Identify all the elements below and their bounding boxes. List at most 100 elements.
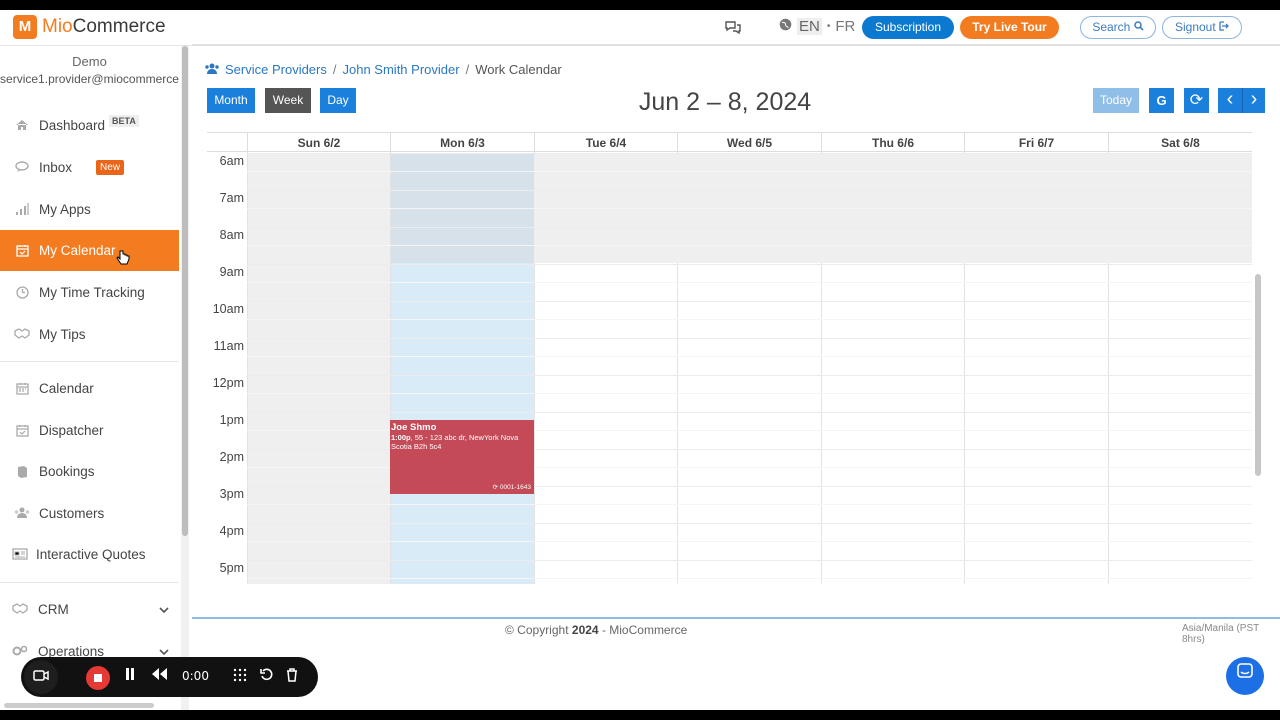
prev-week-button[interactable]: ‹ [1218, 88, 1242, 113]
day-header: Thu 6/6 [821, 133, 964, 153]
day-header-row: Sun 6/2 Mon 6/3 Tue 6/4 Wed 6/5 Thu 6/6 … [207, 132, 1252, 153]
time-label: 2pm [219, 450, 244, 464]
event-details: 1:00p, 55 - 123 abc dr, NewYork Nova Sco… [391, 433, 519, 451]
sidebar-item-dispatcher[interactable]: Dispatcher [0, 410, 179, 451]
sidebar-item-dashboard[interactable]: Dashboard BETA [0, 105, 179, 146]
half-hour-line [247, 245, 1252, 246]
stop-record-button[interactable] [86, 666, 110, 690]
hour-line [247, 227, 1252, 228]
day-header: Sat 6/8 [1108, 133, 1252, 153]
day-view-button[interactable]: Day [320, 88, 356, 113]
week-view-button[interactable]: Week [265, 88, 311, 113]
search-icon [1133, 20, 1144, 34]
pause-icon[interactable] [125, 668, 135, 683]
time-label: 9am [219, 265, 244, 279]
handshake-icon [14, 327, 30, 342]
clock-icon [14, 285, 30, 300]
lang-fr[interactable]: FR [835, 18, 855, 35]
calendar-check-icon [14, 424, 30, 438]
today-button[interactable]: Today [1093, 88, 1139, 113]
logo[interactable]: M MioCommerce [13, 15, 166, 39]
sidebar-scrollbar-thumb[interactable] [182, 46, 188, 536]
sidebar-item-inbox[interactable]: Inbox New [0, 147, 179, 188]
grid-icon[interactable] [233, 668, 247, 685]
signout-label: Signout [1174, 20, 1216, 34]
next-week-button[interactable]: › [1242, 88, 1265, 113]
sidebar-item-interactive-quotes[interactable]: Interactive Quotes [0, 534, 179, 575]
rewind-icon[interactable] [152, 668, 167, 683]
trash-icon[interactable] [286, 668, 298, 685]
screen-recorder-toolbar: 0:00 [21, 657, 318, 697]
horizontal-scrollbar[interactable] [4, 703, 154, 708]
sidebar-item-calendar[interactable]: Calendar [0, 368, 179, 409]
logo-icon: M [13, 15, 37, 39]
bar-signal-icon [14, 202, 30, 217]
half-hour-line [247, 208, 1252, 209]
sidebar-item-bookings[interactable]: Bookings [0, 451, 179, 492]
camera-icon[interactable] [24, 660, 58, 694]
restart-icon[interactable] [260, 668, 273, 684]
month-view-button[interactable]: Month [207, 88, 255, 113]
copyright: © Copyright 2024 - MioCommerce [505, 623, 688, 637]
lang-separator: • [826, 21, 831, 32]
breadcrumb-current: Work Calendar [475, 62, 562, 77]
hour-line [247, 412, 1252, 413]
day-column-sun[interactable] [247, 153, 390, 584]
event-code: ⟳ 0001-1643 [492, 484, 531, 491]
sidebar-item-my-tips[interactable]: My Tips [0, 314, 179, 355]
home-icon [14, 119, 30, 133]
language-switcher: EN • FR [779, 18, 855, 35]
sidebar-divider [0, 582, 179, 583]
sidebar-item-customers[interactable]: Customers [0, 493, 179, 534]
week-calendar: Sun 6/2 Mon 6/3 Tue 6/4 Wed 6/5 Thu 6/6 … [207, 132, 1265, 584]
refresh-button[interactable]: ⟳ [1184, 88, 1209, 113]
sidebar-item-label: Dispatcher [39, 423, 104, 438]
user-name: Demo [72, 54, 107, 69]
google-sync-button[interactable]: G [1149, 88, 1174, 113]
handshake-icon [12, 602, 28, 617]
calendar-check-icon [14, 244, 30, 258]
breadcrumb: Service Providers / John Smith Provider … [205, 62, 562, 77]
time-grid[interactable]: 6am 7am 8am 9am 10am 11am 12pm 1pm 2pm 3… [207, 153, 1252, 584]
lang-en[interactable]: EN [797, 18, 822, 35]
time-label: 11am [213, 339, 244, 353]
beta-badge: BETA [109, 114, 139, 127]
day-header: Tue 6/4 [534, 133, 677, 153]
sidebar-item-my-time-tracking[interactable]: My Time Tracking [0, 272, 179, 313]
half-hour-line [247, 282, 1252, 283]
sidebar-item-label: My Apps [39, 202, 91, 217]
logo-text: MioCommerce [42, 16, 166, 37]
sidebar-item-label: Dashboard [39, 118, 106, 133]
gears-icon [12, 645, 28, 659]
chat-icon [14, 160, 30, 175]
sidebar-item-label: My Time Tracking [39, 285, 145, 300]
time-label: 12pm [212, 376, 244, 390]
new-badge: New [96, 160, 125, 175]
time-label: 5pm [219, 561, 244, 575]
calendar-scrollbar-thumb[interactable] [1255, 274, 1261, 476]
support-chat-button[interactable] [1226, 657, 1264, 695]
sidebar-item-my-apps[interactable]: My Apps [0, 189, 179, 230]
time-label: 7am [219, 191, 244, 205]
sidebar-item-label: CRM [38, 602, 69, 617]
app-window: M MioCommerce EN • FR Subscription Try L… [0, 10, 1280, 710]
search-label: Search [1092, 20, 1131, 34]
hour-line [247, 338, 1252, 339]
breadcrumb-service-providers[interactable]: Service Providers [225, 62, 327, 77]
breadcrumb-separator: / [332, 62, 337, 77]
search-button[interactable]: Search [1080, 16, 1156, 39]
top-divider [192, 44, 1280, 46]
event-title: Joe Shmo [391, 422, 437, 433]
breadcrumb-provider[interactable]: John Smith Provider [343, 62, 460, 77]
hour-line [247, 301, 1252, 302]
calendar-event[interactable]: Joe Shmo 1:00p, 55 - 123 abc dr, NewYork… [390, 420, 534, 494]
sidebar-item-crm[interactable]: CRM [0, 589, 179, 630]
signout-button[interactable]: Signout [1162, 16, 1242, 39]
hour-line [247, 375, 1252, 376]
chat-bubbles-icon[interactable] [724, 19, 742, 35]
live-tour-button[interactable]: Try Live Tour [960, 16, 1059, 39]
sidebar-item-label: My Calendar [39, 243, 116, 258]
half-hour-line [247, 171, 1252, 172]
sidebar-item-my-calendar[interactable]: My Calendar [0, 230, 179, 271]
subscription-button[interactable]: Subscription [862, 16, 954, 39]
